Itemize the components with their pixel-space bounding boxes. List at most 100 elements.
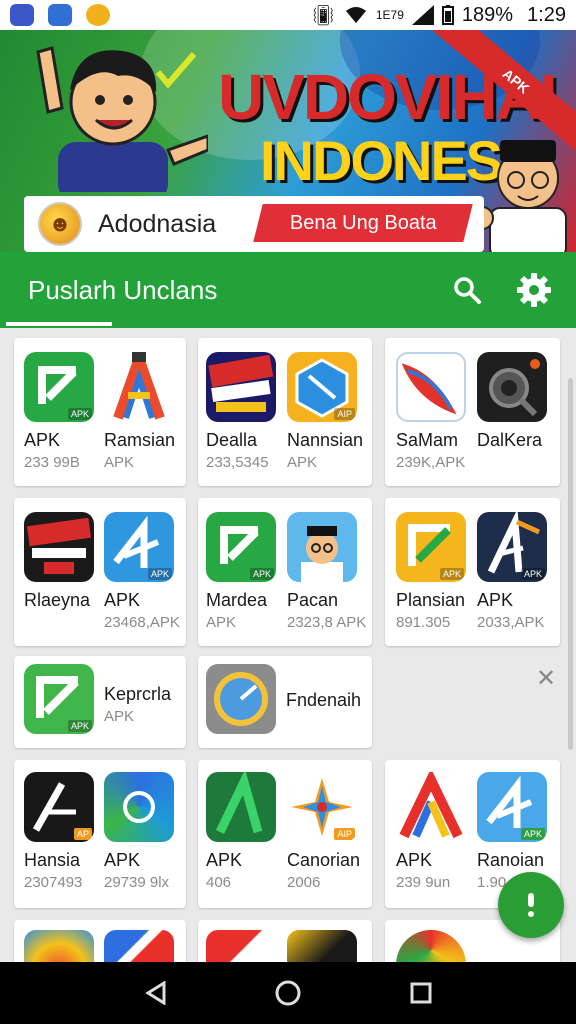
app-item[interactable]: AIP Nannsian APK: [287, 352, 373, 471]
promo-banner[interactable]: UVDOVIHALS INDONESIA APK ☻ Adodnasia Ben…: [0, 30, 576, 252]
app-item[interactable]: APK APK 23468,APK: [104, 512, 190, 631]
app-item[interactable]: DalKera: [477, 352, 563, 454]
app-meta: 233 99B: [24, 454, 80, 471]
app-name: Ranoian: [477, 850, 545, 870]
app-meta: APK: [104, 708, 135, 725]
apk-tag: APK: [520, 828, 545, 840]
notification-chat-icon: [48, 4, 72, 26]
app-name: SaMam: [396, 430, 459, 450]
signal-icon: [411, 5, 434, 25]
app-item[interactable]: APK APK 233 99B: [24, 352, 110, 471]
app-name: Ramsian: [104, 430, 176, 450]
banner-card: ☻ Adodnasia Bena Ung Boata: [24, 196, 484, 252]
surfboard-icon: [401, 363, 457, 415]
app-item[interactable]: APK Mardea APK: [206, 512, 292, 631]
app-item[interactable]: APK 29739 9lx: [104, 772, 190, 891]
app-name: Fndenaih: [286, 690, 362, 710]
banner-tagline-text: Bena Ung Boata: [289, 211, 437, 234]
app-icon: AP: [24, 772, 94, 842]
tab-title[interactable]: Puslarh Unclans: [28, 275, 217, 306]
app-item[interactable]: APK 406: [206, 772, 292, 891]
apk-tag: AIP: [334, 828, 355, 840]
app-item[interactable]: AP Hansia 2307493: [24, 772, 110, 891]
app-name: Plansian: [396, 590, 466, 610]
app-meta: 239K,APK: [396, 454, 466, 471]
app-item[interactable]: Rlaeyna: [24, 512, 110, 614]
app-icon: APK: [206, 512, 276, 582]
status-bar: 📳︎ 1E79 189% 1:29: [0, 0, 576, 30]
apk-tag: APK: [67, 408, 92, 420]
app-name: APK: [206, 850, 243, 870]
apk-tag: APK: [67, 720, 92, 732]
app-item[interactable]: APK APK 2033,APK: [477, 512, 563, 631]
app-name: DalKera: [477, 430, 543, 450]
app-item[interactable]: APK Keprcrla APK: [24, 664, 184, 742]
letter-a-icon: [113, 352, 165, 420]
app-icon: APK: [477, 772, 547, 842]
recents-icon[interactable]: [410, 982, 432, 1004]
app-item[interactable]: Ramsian APK: [104, 352, 190, 471]
app-item[interactable]: Dealla 233,5345: [206, 352, 292, 471]
app-name: Pacan: [287, 590, 339, 610]
app-meta: 23468,APK: [104, 614, 180, 631]
search-icon[interactable]: [452, 275, 482, 305]
home-icon[interactable]: [274, 979, 302, 1007]
app-meta: 2323,8 APK: [287, 614, 367, 631]
banner-card-title: Adodnasia: [98, 209, 217, 238]
avatar-icon: [301, 526, 343, 582]
apk-tag: APK: [249, 568, 274, 580]
app-icon: [24, 512, 94, 582]
app-icon: [396, 352, 466, 422]
apk-tag: APK: [520, 568, 545, 580]
banner-tagline: Bena Ung Boata: [253, 204, 473, 242]
app-name: APK: [477, 590, 514, 610]
app-icon: [477, 352, 547, 422]
app-name: Hansia: [24, 850, 81, 870]
app-icon: [104, 930, 174, 962]
app-name: APK: [104, 850, 141, 870]
notification-emoji-icon: [86, 4, 110, 26]
app-item[interactable]: SaMam 239K,APK: [396, 352, 482, 471]
app-name: Dealla: [206, 430, 258, 450]
app-icon: [287, 930, 357, 962]
back-icon[interactable]: [144, 981, 166, 1005]
apk-tag: APK: [439, 568, 464, 580]
cartoon-man-illustration: [36, 46, 208, 192]
app-grid: APK APK 233 99B Ramsian APK Dealla 233,5…: [0, 330, 576, 962]
apk-tag: AIP: [334, 408, 355, 420]
app-item[interactable]: Pacan 2323,8 APK: [287, 512, 373, 631]
battery-icon: [441, 5, 454, 25]
camera-lens-icon: [489, 359, 540, 417]
app-name: Nannsian: [287, 430, 364, 450]
app-name: Keprcrla: [104, 684, 172, 704]
app-item[interactable]: AIP Canorian 2006: [287, 772, 373, 891]
app-meta: 2006: [287, 874, 321, 891]
compass-icon: [214, 672, 268, 726]
app-name: APK: [24, 430, 61, 450]
app-item[interactable]: APK 239 9un: [396, 772, 482, 891]
battery-percent: 189%: [461, 3, 514, 26]
voice-search-button[interactable]: [498, 872, 564, 938]
app-meta: 2307493: [24, 874, 83, 891]
app-icon: [206, 352, 276, 422]
vibrate-icon: 📳︎: [310, 4, 336, 27]
app-icon: APK: [24, 352, 94, 422]
app-item[interactable]: Fndenaih: [206, 664, 366, 742]
app-meta: APK: [206, 614, 237, 631]
app-icon: [24, 930, 94, 962]
microphone-icon: [528, 893, 534, 917]
app-name: APK: [104, 590, 141, 610]
app-name: Rlaeyna: [24, 590, 91, 610]
app-icon: APK: [24, 664, 94, 734]
app-item[interactable]: APK Plansian 891.305: [396, 512, 482, 631]
app-icon: APK: [396, 512, 466, 582]
close-icon[interactable]: ✕: [536, 664, 556, 693]
apk-tag: AP: [73, 828, 92, 840]
scrollbar[interactable]: [568, 378, 573, 750]
app-meta: 233,5345: [206, 454, 269, 471]
app-icon: AIP: [287, 772, 357, 842]
settings-gear-icon[interactable]: [516, 272, 552, 308]
tab-indicator: [6, 322, 112, 326]
letter-a-icon: [215, 772, 263, 834]
navigation-bar: [0, 962, 576, 1024]
